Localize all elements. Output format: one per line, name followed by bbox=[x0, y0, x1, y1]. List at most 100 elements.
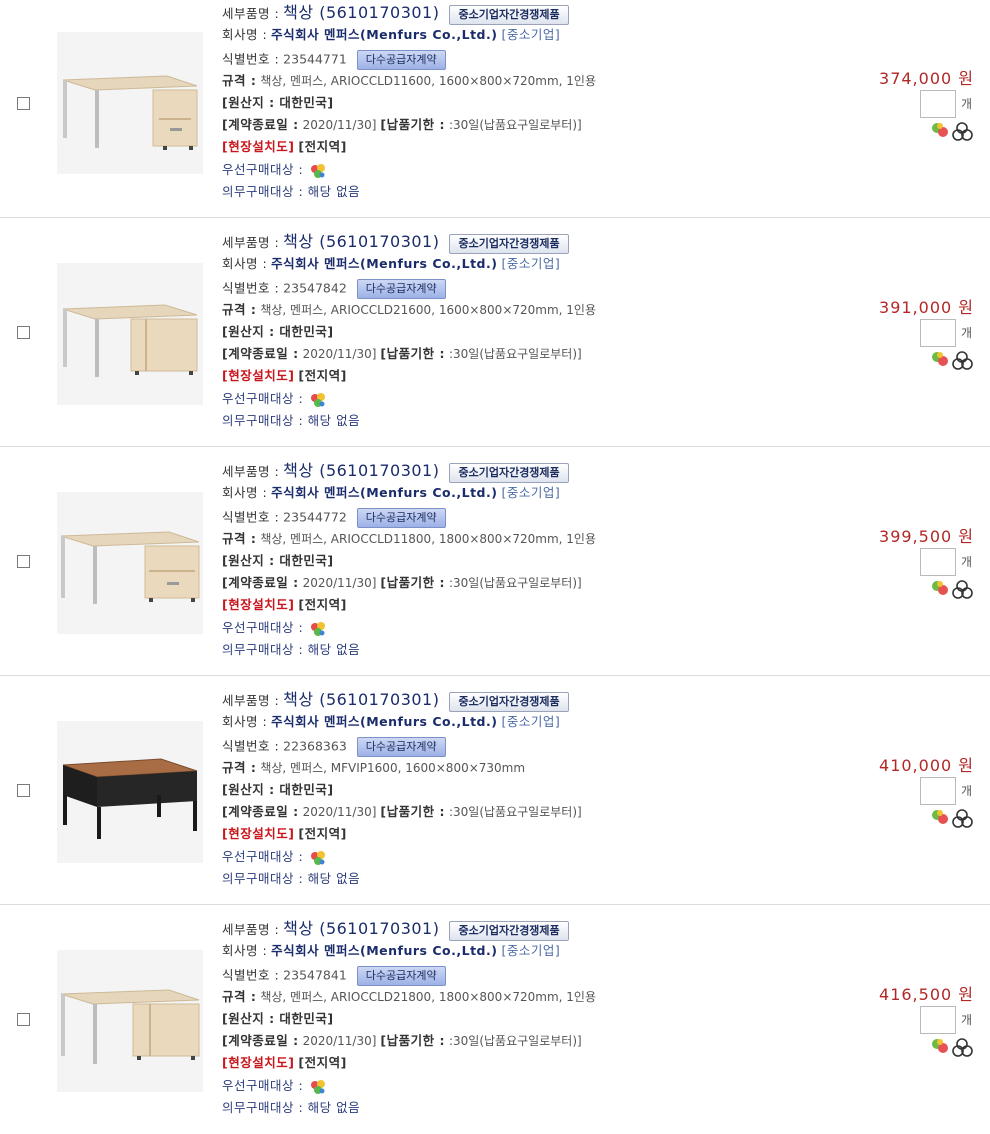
contract-end-label: [계약종료일 : bbox=[222, 117, 299, 132]
id-label: 식별번호 : bbox=[222, 738, 280, 754]
product-row: 세부품명 : 책상 (5610170301) 중소기업자간경쟁제품 회사명 : … bbox=[0, 905, 990, 1134]
id-label: 식별번호 : bbox=[222, 967, 280, 983]
select-checkbox[interactable] bbox=[17, 97, 30, 110]
region-text: [전지역] bbox=[298, 139, 347, 154]
mandatory-text: 의무구매대상 : 해당 없음 bbox=[222, 1100, 361, 1115]
compare-icon[interactable] bbox=[952, 1038, 973, 1057]
mandatory-text: 의무구매대상 : 해당 없음 bbox=[222, 413, 361, 428]
product-image bbox=[57, 32, 203, 174]
product-row: 세부품명 : 책상 (5610170301) 중소기업자간경쟁제품 회사명 : … bbox=[0, 218, 990, 447]
priority-label: 우선구매대상 : bbox=[222, 162, 304, 177]
price: 391,000 원 bbox=[879, 298, 974, 317]
select-checkbox[interactable] bbox=[17, 784, 30, 797]
quantity-input[interactable] bbox=[920, 319, 956, 347]
compare-icon[interactable] bbox=[952, 580, 973, 599]
spec-text: 책상, 멘퍼스, ARIOCCLD21800, 1800×800×720mm, … bbox=[260, 990, 596, 1004]
origin-text: [원산지 : 대한민국] bbox=[222, 1011, 334, 1026]
unit-label: 개 bbox=[961, 97, 973, 111]
contract-end-label: [계약종료일 : bbox=[222, 1033, 299, 1048]
sme-company-tag: [중소기업] bbox=[501, 943, 561, 958]
priority-label: 우선구매대상 : bbox=[222, 849, 304, 864]
company-name: 주식회사 멘퍼스(Menfurs Co.,Ltd.) bbox=[271, 485, 498, 500]
quantity-input[interactable] bbox=[920, 777, 956, 805]
action-icons bbox=[930, 805, 980, 831]
onsite-install-text: [현장설치도] bbox=[222, 139, 295, 154]
origin-text: [원산지 : 대한민국] bbox=[222, 95, 334, 110]
select-checkbox[interactable] bbox=[17, 555, 30, 568]
quantity-input[interactable] bbox=[920, 90, 956, 118]
product-name-link[interactable]: 책상 (5610170301) bbox=[283, 3, 439, 22]
mandatory-text: 의무구매대상 : 해당 없음 bbox=[222, 642, 361, 657]
select-checkbox[interactable] bbox=[17, 326, 30, 339]
delivery-label: [납품기한 : bbox=[380, 117, 445, 132]
delivery-term: :30일(납품요구일로부터)] bbox=[448, 118, 582, 132]
origin-text: [원산지 : 대한민국] bbox=[222, 553, 334, 568]
contract-end-label: [계약종료일 : bbox=[222, 804, 299, 819]
delivery-term: :30일(납품요구일로부터)] bbox=[448, 347, 582, 361]
sme-competition-badge: 중소기업자간경쟁제품 bbox=[449, 462, 569, 483]
action-icons bbox=[930, 1034, 980, 1060]
priority-purchase-icon bbox=[311, 850, 326, 865]
spec-label: 규격 : bbox=[222, 302, 257, 317]
product-row: 세부품명 : 책상 (5610170301) 중소기업자간경쟁제품 회사명 : … bbox=[0, 447, 990, 676]
product-name-label: 세부품명 : bbox=[222, 464, 280, 479]
multi-supplier-badge: 다수공급자계약 bbox=[356, 50, 446, 70]
spec-label: 규격 : bbox=[222, 760, 257, 775]
product-list: 세부품명 : 책상 (5610170301) 중소기업자간경쟁제품 회사명 : … bbox=[0, 0, 990, 1134]
compare-icon[interactable] bbox=[952, 122, 973, 141]
product-name-link[interactable]: 책상 (5610170301) bbox=[283, 461, 439, 480]
compare-icon[interactable] bbox=[952, 809, 973, 828]
origin-text: [원산지 : 대한민국] bbox=[222, 324, 334, 339]
region-text: [전지역] bbox=[298, 826, 347, 841]
product-row: 세부품명 : 책상 (5610170301) 중소기업자간경쟁제품 회사명 : … bbox=[0, 0, 990, 218]
spec-text: 책상, 멘퍼스, ARIOCCLD11600, 1600×800×720mm, … bbox=[260, 74, 596, 88]
sme-competition-badge: 중소기업자간경쟁제품 bbox=[449, 920, 569, 941]
product-name-label: 세부품명 : bbox=[222, 693, 280, 708]
contract-end-date: 2020/11/30] bbox=[302, 118, 377, 132]
product-name-link[interactable]: 책상 (5610170301) bbox=[283, 232, 439, 251]
quantity-input[interactable] bbox=[920, 1006, 956, 1034]
company-label: 회사명 : bbox=[222, 943, 268, 958]
green-product-icon[interactable] bbox=[932, 123, 948, 137]
sme-company-tag: [중소기업] bbox=[501, 256, 561, 271]
delivery-label: [납품기한 : bbox=[380, 575, 445, 590]
contract-end-date: 2020/11/30] bbox=[302, 805, 377, 819]
sme-competition-badge: 중소기업자간경쟁제품 bbox=[449, 4, 569, 25]
quantity-input[interactable] bbox=[920, 548, 956, 576]
delivery-term: :30일(납품요구일로부터)] bbox=[448, 805, 582, 819]
product-name-label: 세부품명 : bbox=[222, 6, 280, 21]
green-product-icon[interactable] bbox=[932, 581, 948, 595]
product-name-link[interactable]: 책상 (5610170301) bbox=[283, 690, 439, 709]
company-name: 주식회사 멘퍼스(Menfurs Co.,Ltd.) bbox=[271, 943, 498, 958]
region-text: [전지역] bbox=[298, 597, 347, 612]
delivery-term: :30일(납품요구일로부터)] bbox=[448, 1034, 582, 1048]
price: 410,000 원 bbox=[879, 756, 974, 775]
unit-label: 개 bbox=[961, 326, 973, 340]
sme-company-tag: [중소기업] bbox=[501, 714, 561, 729]
delivery-label: [납품기한 : bbox=[380, 346, 445, 361]
unit-label: 개 bbox=[961, 555, 973, 569]
product-name-label: 세부품명 : bbox=[222, 235, 280, 250]
id-number: 22368363 bbox=[283, 738, 347, 754]
multi-supplier-badge: 다수공급자계약 bbox=[356, 737, 446, 757]
spec-label: 규격 : bbox=[222, 531, 257, 546]
unit-label: 개 bbox=[961, 784, 973, 798]
product-name-link[interactable]: 책상 (5610170301) bbox=[283, 919, 439, 938]
price: 416,500 원 bbox=[879, 985, 974, 1004]
contract-end-label: [계약종료일 : bbox=[222, 346, 299, 361]
company-name: 주식회사 멘퍼스(Menfurs Co.,Ltd.) bbox=[271, 256, 498, 271]
priority-purchase-icon bbox=[311, 392, 326, 407]
sme-competition-badge: 중소기업자간경쟁제품 bbox=[449, 233, 569, 254]
spec-label: 규격 : bbox=[222, 989, 257, 1004]
green-product-icon[interactable] bbox=[932, 1039, 948, 1053]
green-product-icon[interactable] bbox=[932, 810, 948, 824]
sme-company-tag: [중소기업] bbox=[501, 27, 561, 42]
spec-text: 책상, 멘퍼스, ARIOCCLD21600, 1600×800×720mm, … bbox=[260, 303, 596, 317]
delivery-term: :30일(납품요구일로부터)] bbox=[448, 576, 582, 590]
region-text: [전지역] bbox=[298, 368, 347, 383]
green-product-icon[interactable] bbox=[932, 352, 948, 366]
contract-end-date: 2020/11/30] bbox=[302, 347, 377, 361]
company-label: 회사명 : bbox=[222, 485, 268, 500]
select-checkbox[interactable] bbox=[17, 1013, 30, 1026]
compare-icon[interactable] bbox=[952, 351, 973, 370]
